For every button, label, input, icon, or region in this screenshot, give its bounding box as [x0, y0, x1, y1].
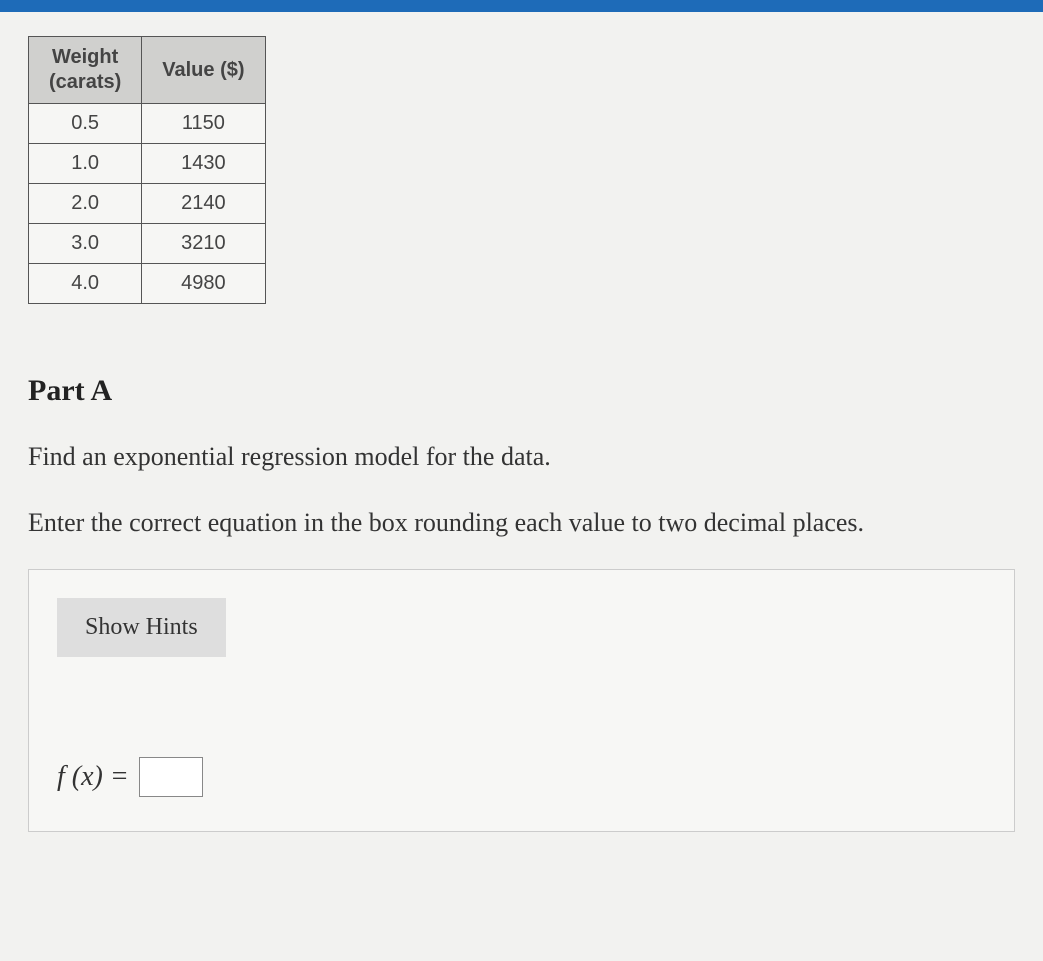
- table-cell: 4980: [142, 264, 265, 304]
- equation-row: f (x) =: [57, 757, 986, 797]
- table-cell: 1430: [142, 144, 265, 184]
- table-cell: 4.0: [29, 264, 142, 304]
- table-header-weight: Weight(carats): [29, 37, 142, 104]
- show-hints-button[interactable]: Show Hints: [57, 598, 226, 657]
- table-header-row: Weight(carats) Value ($): [29, 37, 266, 104]
- table-cell: 3210: [142, 224, 265, 264]
- table-header-value: Value ($): [142, 37, 265, 104]
- table-row: 1.0 1430: [29, 144, 266, 184]
- header-weight-line1: Weight(carats): [49, 46, 121, 93]
- instruction-line-1: Find an exponential regression model for…: [28, 438, 1015, 476]
- table-cell: 2140: [142, 184, 265, 224]
- content-area: Weight(carats) Value ($) 0.5 1150 1.0 14…: [0, 12, 1043, 872]
- table-cell: 1150: [142, 104, 265, 144]
- data-table: Weight(carats) Value ($) 0.5 1150 1.0 14…: [28, 36, 266, 304]
- equation-label: f (x) =: [57, 761, 129, 793]
- table-row: 3.0 3210: [29, 224, 266, 264]
- instruction-line-2: Enter the correct equation in the box ro…: [28, 504, 1015, 542]
- part-label: Part A: [28, 374, 1015, 408]
- table-row: 4.0 4980: [29, 264, 266, 304]
- table-row: 0.5 1150: [29, 104, 266, 144]
- equation-input[interactable]: [139, 757, 203, 797]
- table-row: 2.0 2140: [29, 184, 266, 224]
- table-cell: 1.0: [29, 144, 142, 184]
- table-cell: 2.0: [29, 184, 142, 224]
- answer-panel: Show Hints f (x) =: [28, 569, 1015, 832]
- table-cell: 0.5: [29, 104, 142, 144]
- table-cell: 3.0: [29, 224, 142, 264]
- top-bar: [0, 0, 1043, 12]
